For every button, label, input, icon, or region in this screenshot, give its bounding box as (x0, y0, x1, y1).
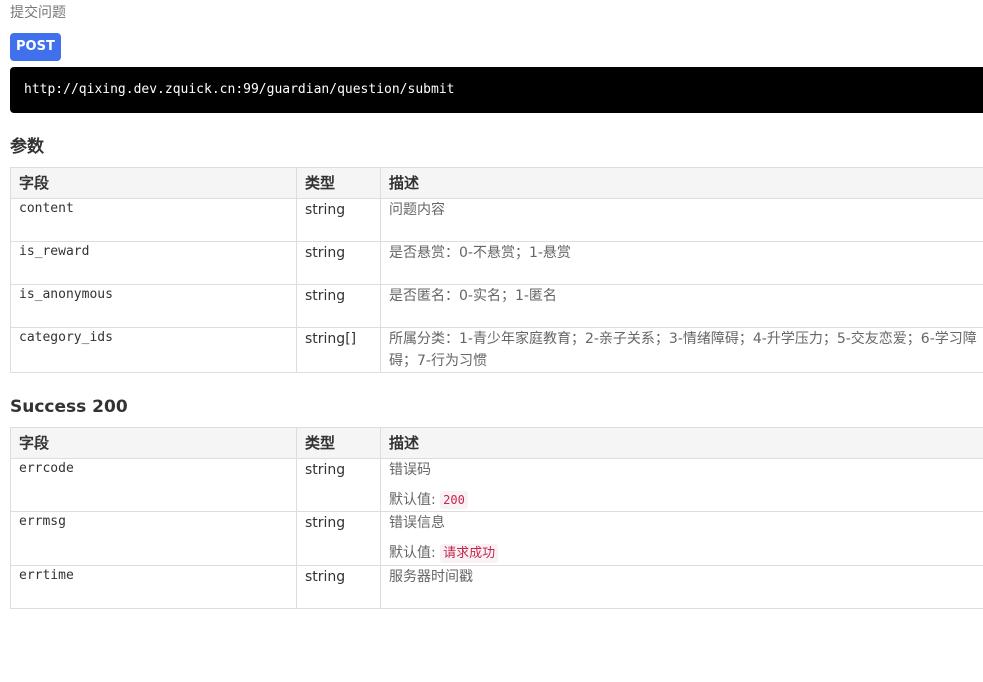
param-description: 是否匿名：0-实名；1-匿名 (380, 284, 983, 328)
response-description: 服务器时间戳 (380, 565, 983, 609)
table-row: is_anonymous string 是否匿名：0-实名；1-匿名 (10, 284, 983, 328)
header-field: 字段 (10, 167, 297, 199)
success-table: 字段 类型 描述 errcode string 错误码 默认值: 200 err… (10, 427, 983, 609)
param-type: string (296, 198, 381, 242)
response-type: string (296, 511, 381, 566)
table-row: errmsg string 错误信息 默认值: 请求成功 (10, 511, 983, 566)
success-section-title: Success 200 (10, 397, 128, 417)
success-table-header: 字段 类型 描述 (10, 427, 983, 459)
header-type: 类型 (296, 427, 381, 459)
table-row: category_ids string[] 所属分类：1-青少年家庭教育；2-亲… (10, 327, 983, 373)
param-field: content (10, 198, 297, 242)
param-field: is_anonymous (10, 284, 297, 328)
params-table: 字段 类型 描述 content string 问题内容 is_reward s… (10, 167, 983, 373)
response-description-cell: 错误码 默认值: 200 (380, 458, 983, 512)
table-row: content string 问题内容 (10, 198, 983, 242)
table-row: errcode string 错误码 默认值: 200 (10, 458, 983, 512)
response-description: 错误码 (389, 462, 431, 478)
header-field: 字段 (10, 427, 297, 459)
param-type: string (296, 241, 381, 285)
response-field: errtime (10, 565, 297, 609)
api-description: 提交问题 (10, 5, 66, 21)
param-description: 问题内容 (380, 198, 983, 242)
response-type: string (296, 565, 381, 609)
header-description: 描述 (380, 167, 983, 199)
header-type: 类型 (296, 167, 381, 199)
param-description: 是否悬赏：0-不悬赏；1-悬赏 (380, 241, 983, 285)
params-table-header: 字段 类型 描述 (10, 167, 983, 199)
param-type: string (296, 284, 381, 328)
param-field: category_ids (10, 327, 297, 373)
params-section-title: 参数 (10, 137, 44, 157)
param-description: 所属分类：1-青少年家庭教育；2-亲子关系；3-情绪障碍；4-升学压力；5-交友… (380, 327, 983, 373)
default-value-line: 默认值: 200 (389, 489, 983, 511)
default-value-line: 默认值: 请求成功 (389, 542, 983, 565)
default-label: 默认值: (389, 492, 436, 508)
default-value: 200 (440, 491, 468, 509)
response-type: string (296, 458, 381, 512)
param-field: is_reward (10, 241, 297, 285)
method-badge: POST (10, 33, 61, 61)
response-field: errmsg (10, 511, 297, 566)
response-description: 错误信息 (389, 515, 445, 531)
table-row: errtime string 服务器时间戳 (10, 565, 983, 609)
table-row: is_reward string 是否悬赏：0-不悬赏；1-悬赏 (10, 241, 983, 285)
param-type: string[] (296, 327, 381, 373)
default-value: 请求成功 (440, 544, 499, 563)
default-label: 默认值: (389, 545, 436, 561)
response-description-cell: 错误信息 默认值: 请求成功 (380, 511, 983, 566)
endpoint-url[interactable]: http://qixing.dev.zquick.cn:99/guardian/… (10, 67, 983, 113)
response-field: errcode (10, 458, 297, 512)
header-description: 描述 (380, 427, 983, 459)
api-doc-page: 提交问题 POST http://qixing.dev.zquick.cn:99… (10, 0, 983, 609)
